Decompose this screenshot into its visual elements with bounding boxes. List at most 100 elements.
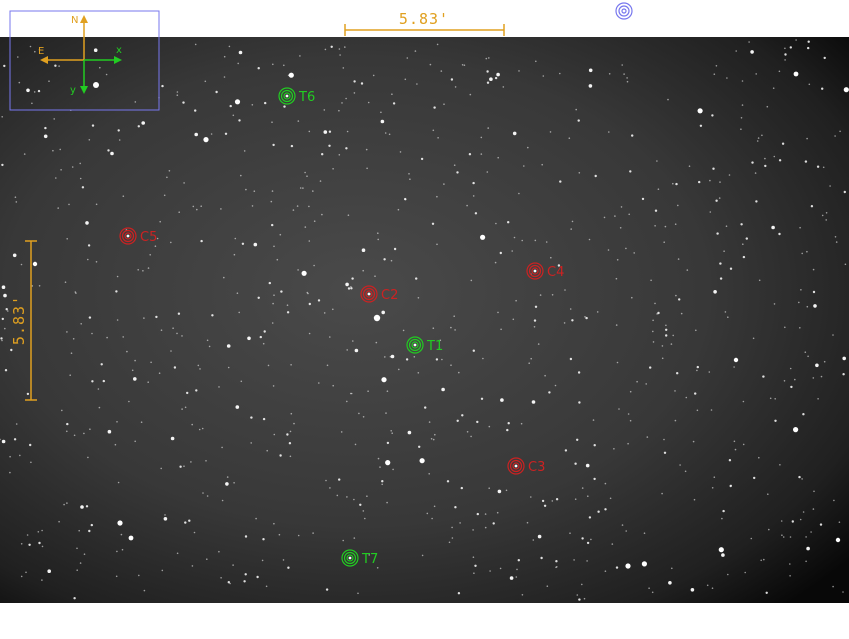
- star: [645, 383, 647, 385]
- star: [329, 336, 331, 338]
- star: [587, 495, 589, 498]
- star: [451, 537, 454, 539]
- star: [588, 84, 593, 88]
- star: [194, 132, 198, 137]
- star: [263, 330, 266, 333]
- star: [308, 130, 311, 133]
- star: [513, 236, 516, 239]
- star: [186, 391, 189, 395]
- star: [533, 319, 537, 322]
- star: [170, 436, 175, 441]
- star: [721, 517, 723, 520]
- star: [15, 423, 18, 425]
- star: [220, 577, 222, 579]
- star: [507, 422, 510, 425]
- star: [782, 536, 785, 538]
- star: [353, 537, 356, 539]
- star: [802, 511, 805, 513]
- star: [502, 86, 505, 88]
- star: [190, 461, 192, 463]
- star: [133, 377, 137, 381]
- star: [301, 270, 307, 276]
- star: [321, 213, 323, 216]
- star: [844, 263, 847, 266]
- star: [713, 476, 716, 479]
- star: [571, 319, 574, 322]
- star: [664, 225, 667, 228]
- star: [20, 575, 23, 578]
- star: [725, 225, 728, 227]
- star: [290, 412, 293, 415]
- star: [728, 459, 732, 462]
- star: [362, 416, 365, 418]
- star: [237, 62, 239, 65]
- star: [804, 351, 807, 354]
- star: [366, 495, 368, 498]
- star: [161, 84, 164, 88]
- star: [417, 297, 420, 299]
- star: [163, 517, 168, 521]
- star: [551, 294, 554, 296]
- star: [800, 289, 802, 291]
- star: [781, 534, 783, 536]
- star: [740, 117, 743, 119]
- star: [409, 178, 411, 180]
- star: [70, 352, 73, 355]
- star: [733, 366, 735, 368]
- star: [453, 164, 456, 166]
- star: [404, 78, 407, 81]
- star: [534, 239, 537, 242]
- star: [172, 327, 174, 330]
- star: [756, 140, 759, 142]
- star: [822, 166, 825, 169]
- star: [758, 456, 760, 459]
- star: [161, 569, 164, 572]
- star: [469, 93, 472, 96]
- marker-star: [285, 94, 289, 98]
- star: [98, 406, 101, 409]
- star: [221, 446, 223, 449]
- star: [604, 570, 607, 572]
- star: [577, 119, 580, 122]
- star: [489, 570, 491, 572]
- star: [87, 258, 89, 261]
- star: [3, 64, 6, 68]
- bright-star: [93, 82, 99, 88]
- star: [812, 377, 815, 379]
- star: [783, 380, 786, 382]
- star: [604, 482, 607, 485]
- star: [530, 496, 532, 498]
- star: [66, 238, 68, 240]
- star: [232, 564, 234, 566]
- star: [709, 179, 711, 182]
- star: [812, 508, 815, 510]
- star: [182, 101, 185, 104]
- star: [240, 380, 243, 383]
- star: [163, 194, 166, 197]
- star: [4, 369, 8, 372]
- star: [696, 365, 699, 369]
- star: [202, 492, 204, 494]
- star: [268, 281, 271, 285]
- star: [419, 458, 425, 464]
- star: [574, 462, 577, 465]
- star: [286, 304, 289, 307]
- star: [193, 531, 196, 534]
- star: [346, 130, 349, 133]
- star: [267, 364, 270, 367]
- star: [278, 533, 281, 536]
- star: [654, 225, 656, 227]
- star: [842, 356, 846, 361]
- star: [221, 499, 224, 502]
- star: [678, 298, 681, 301]
- star: [608, 131, 610, 133]
- star: [68, 203, 70, 206]
- star: [262, 538, 265, 541]
- bright-star: [793, 71, 799, 77]
- star: [154, 245, 157, 247]
- star: [232, 114, 235, 117]
- star: [264, 101, 267, 105]
- star: [256, 575, 259, 579]
- star: [833, 499, 835, 502]
- star: [570, 228, 572, 230]
